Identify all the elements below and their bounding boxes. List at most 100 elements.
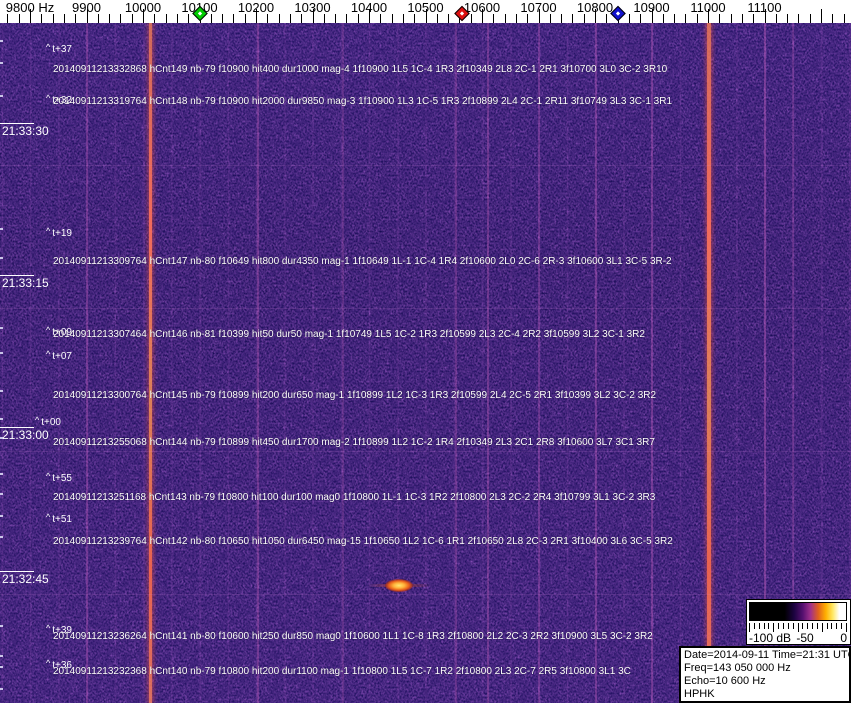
ruler-tick bbox=[753, 14, 754, 23]
meteor-log-line: 20140911213300764 hCnt145 nb-79 f10899 h… bbox=[53, 390, 656, 401]
time-label: 21:33:15 bbox=[2, 276, 49, 290]
time-label: 21:33:30 bbox=[2, 124, 49, 138]
carrier-line-moderate bbox=[595, 23, 597, 703]
left-edge-tick bbox=[0, 437, 3, 439]
info-line: Freq=143 050 000 Hz bbox=[684, 662, 849, 675]
ruler-tick bbox=[606, 14, 607, 23]
db-tick bbox=[793, 623, 794, 629]
left-edge-tick bbox=[0, 228, 3, 230]
caret-mark: ^ bbox=[46, 471, 50, 481]
green-marker-center-dot bbox=[197, 11, 201, 15]
ruler-label-10000: 10000 bbox=[125, 0, 161, 15]
left-edge-tick bbox=[0, 40, 3, 42]
ruler-tick bbox=[821, 9, 822, 23]
carrier-line-strong bbox=[707, 23, 711, 703]
ruler-tick bbox=[75, 14, 76, 23]
left-edge-tick bbox=[0, 95, 3, 97]
left-edge-tick bbox=[0, 625, 3, 627]
ruler-tick bbox=[471, 14, 472, 23]
faint-horizontal-line bbox=[0, 165, 851, 166]
ruler-tick bbox=[414, 14, 415, 23]
ruler-tick bbox=[301, 14, 302, 23]
db-tick bbox=[788, 623, 789, 629]
db-color-scale: -100 dB-500 bbox=[746, 599, 851, 645]
ruler-tick bbox=[527, 14, 528, 23]
ruler-tick bbox=[561, 14, 562, 23]
db-tick bbox=[783, 623, 784, 629]
ruler-tick bbox=[346, 14, 347, 23]
ruler-tick bbox=[335, 14, 336, 23]
carrier-line-moderate bbox=[257, 23, 259, 703]
event-offset-label: ^t+51 bbox=[46, 514, 72, 525]
ruler-tick bbox=[505, 14, 506, 23]
ruler-tick bbox=[53, 14, 54, 23]
db-label: -50 bbox=[796, 631, 813, 645]
time-label: 21:32:45 bbox=[2, 572, 49, 586]
ruler-tick bbox=[166, 14, 167, 23]
ruler-tick bbox=[267, 14, 268, 23]
ruler-tick bbox=[832, 14, 833, 23]
ruler-tick bbox=[188, 14, 189, 23]
caret-mark: ^ bbox=[46, 512, 50, 522]
ruler-tick bbox=[109, 14, 110, 23]
faint-horizontal-line bbox=[0, 594, 851, 595]
ruler-tick bbox=[787, 14, 788, 23]
ruler-tick bbox=[324, 14, 325, 23]
carrier-line-moderate bbox=[538, 23, 540, 703]
left-edge-tick bbox=[0, 536, 3, 538]
ruler-tick bbox=[550, 14, 551, 23]
db-tick bbox=[822, 623, 823, 632]
ruler-tick bbox=[697, 14, 698, 23]
left-edge-tick bbox=[0, 493, 3, 495]
ruler-label-10200: 10200 bbox=[238, 0, 274, 15]
event-offset-text: t+19 bbox=[52, 228, 72, 239]
caret-mark: ^ bbox=[46, 349, 50, 359]
ruler-tick bbox=[177, 14, 178, 23]
ruler-tick bbox=[64, 14, 65, 23]
caret-mark: ^ bbox=[46, 623, 50, 633]
left-edge-tick bbox=[0, 473, 3, 475]
left-edge-tick bbox=[0, 655, 3, 657]
meteor-log-line: 20140911213332868 hCnt149 nb-79 f10900 h… bbox=[53, 64, 667, 75]
ruler-tick bbox=[154, 14, 155, 23]
event-offset-label: ^t+19 bbox=[46, 228, 72, 239]
db-tick bbox=[841, 623, 842, 629]
ruler-tick bbox=[516, 14, 517, 23]
db-tick bbox=[831, 623, 832, 629]
left-edge-tick bbox=[0, 666, 3, 668]
ruler-label-10700: 10700 bbox=[520, 0, 556, 15]
ruler-tick bbox=[719, 14, 720, 23]
db-tick bbox=[802, 623, 803, 629]
ruler-label-9900: 9900 bbox=[72, 0, 101, 15]
meteor-log-line: 20140911213307464 hCnt146 nb-81 f10399 h… bbox=[53, 329, 645, 340]
left-edge-tick bbox=[0, 390, 3, 392]
left-edge-tick bbox=[0, 515, 3, 517]
ruler-tick bbox=[437, 14, 438, 23]
left-edge-tick bbox=[0, 688, 3, 690]
caret-mark: ^ bbox=[46, 93, 50, 103]
db-tick bbox=[768, 623, 769, 629]
spectrogram-waterfall bbox=[0, 23, 851, 703]
ruler-tick bbox=[663, 14, 664, 23]
meteor-log-line: 20140911213251168 hCnt143 nb-79 f10800 h… bbox=[53, 492, 655, 503]
left-edge-tick bbox=[0, 418, 3, 420]
left-edge-tick bbox=[0, 352, 3, 354]
db-tick bbox=[812, 623, 813, 629]
event-offset-text: t+37 bbox=[52, 44, 72, 55]
carrier-line-moderate bbox=[342, 23, 344, 703]
carrier-line-strong bbox=[149, 23, 152, 703]
caret-mark: ^ bbox=[46, 226, 50, 236]
time-label: 21:33:00 bbox=[2, 428, 49, 442]
ruler-tick bbox=[448, 14, 449, 23]
ruler-tick bbox=[392, 14, 393, 23]
ruler-tick bbox=[19, 14, 20, 23]
faint-horizontal-line bbox=[0, 451, 851, 452]
ruler-tick bbox=[584, 14, 585, 23]
carrier-line-moderate bbox=[455, 23, 457, 703]
ruler-tick bbox=[358, 14, 359, 23]
event-offset-text: t+51 bbox=[52, 514, 72, 525]
ruler-tick bbox=[120, 14, 121, 23]
db-tick bbox=[778, 623, 779, 629]
meteor-log-line: 20140911213319764 hCnt148 nb-79 f10900 h… bbox=[53, 96, 672, 107]
ruler-label-10800: 10800 bbox=[577, 0, 613, 15]
